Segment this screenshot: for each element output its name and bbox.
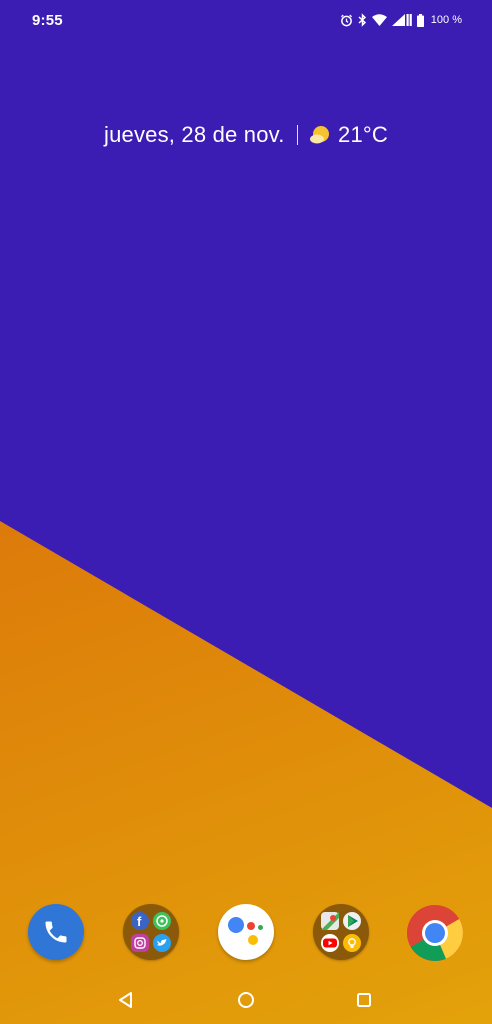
youtube-icon (321, 934, 339, 952)
chrome-icon[interactable] (406, 904, 463, 961)
wallpaper-orange-shape (0, 521, 492, 1024)
recents-icon[interactable] (354, 990, 374, 1010)
home-icon[interactable] (236, 990, 256, 1010)
back-icon[interactable] (116, 990, 136, 1010)
navigation-bar (0, 976, 492, 1024)
keep-icon (343, 934, 361, 952)
bluetooth-icon (358, 13, 366, 27)
whatsapp-icon (153, 912, 171, 930)
partly-sunny-icon[interactable] (309, 125, 331, 145)
glance-divider (296, 125, 299, 145)
facebook-icon: f (131, 912, 149, 930)
at-a-glance-widget[interactable]: jueves, 28 de nov. 21°C (0, 122, 492, 148)
alarm-icon (340, 14, 352, 26)
social-apps-folder[interactable]: f (123, 904, 179, 960)
glance-date[interactable]: jueves, 28 de nov. (104, 122, 285, 148)
glance-temperature[interactable]: 21°C (338, 122, 388, 148)
assistant-dot-blue (228, 917, 244, 933)
battery-icon (416, 13, 424, 27)
assistant-dot-yellow (248, 935, 258, 945)
status-icons: 100 % (340, 13, 462, 27)
status-time: 9:55 (32, 11, 63, 29)
status-bar: 9:55 100 % (0, 0, 492, 40)
signal-icon (391, 14, 412, 26)
phone-app-icon[interactable] (28, 904, 84, 960)
google-assistant-icon[interactable] (218, 904, 274, 960)
play-store-icon (343, 912, 361, 930)
phone-icon (45, 921, 67, 943)
instagram-icon (131, 934, 149, 952)
twitter-icon (153, 934, 171, 952)
maps-icon (321, 912, 339, 930)
assistant-dot-red (247, 922, 255, 930)
dock: f (0, 904, 492, 962)
assistant-dot-green (258, 925, 263, 930)
battery-percentage: 100 % (430, 14, 462, 26)
google-apps-folder[interactable] (313, 904, 369, 960)
wifi-icon (371, 14, 387, 26)
wallpaper (0, 0, 492, 1024)
svg-text:f: f (137, 914, 142, 929)
